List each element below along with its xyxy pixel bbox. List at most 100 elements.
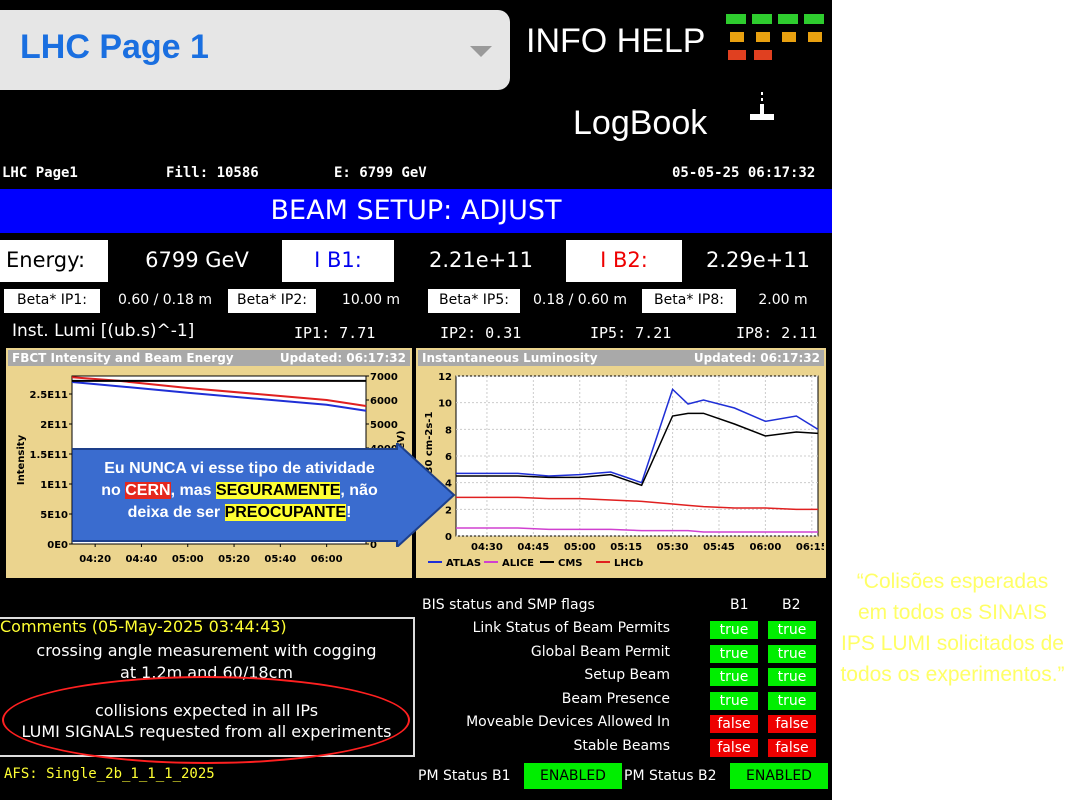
- flags-title: BIS status and SMP flags: [422, 597, 595, 613]
- luminosity-plot: Instantaneous Luminosity Updated: 06:17:…: [416, 348, 826, 578]
- x-tick-label: 06:00: [749, 542, 781, 553]
- flag-value-b2: false: [768, 738, 816, 757]
- callout-text-e: , não: [340, 482, 378, 499]
- page-select-value: LHC Page 1: [20, 28, 209, 66]
- beta-ip8-label: Beta* IP8:: [642, 289, 736, 313]
- pm-status-b2-label: PM Status B2: [624, 768, 717, 784]
- beta-ip5-value: 0.18 / 0.60 m: [522, 289, 638, 313]
- lumi-title-text: Instantaneous Luminosity: [422, 351, 598, 365]
- y-axis-label: Intensity: [16, 434, 27, 485]
- energy-value: 6799 GeV: [112, 240, 282, 282]
- y-tick-label: 2E11: [40, 420, 68, 431]
- ib2-value: 2.29e+11: [684, 240, 832, 282]
- flag-label: Setup Beam: [584, 667, 670, 683]
- flag-value-b1: true: [710, 668, 758, 686]
- beta-star-row: Beta* IP1: 0.60 / 0.18 m Beta* IP2: 10.0…: [0, 289, 832, 313]
- lumi-plot-title: Instantaneous Luminosity Updated: 06:17:…: [418, 350, 824, 366]
- x-tick-label: 05:00: [172, 554, 204, 565]
- lumi-updated-text: Updated: 06:17:32: [693, 351, 820, 365]
- status-header: LHC Page1 Fill: 10586 E: 6799 GeV 05-05-…: [0, 163, 832, 185]
- y-tick-label: 1E11: [40, 480, 68, 491]
- callout-text-3a: deixa de ser: [127, 504, 225, 521]
- comment-line-1: crossing angle measurement with cogging: [36, 641, 377, 660]
- ib1-value: 2.21e+11: [396, 240, 566, 282]
- flag-label: Moveable Devices Allowed In: [466, 714, 670, 730]
- flag-value-b1: true: [710, 621, 758, 639]
- beta-ip2-value: 10.00 m: [318, 289, 424, 313]
- flag-value-b2: true: [768, 621, 816, 639]
- flag-label: Global Beam Permit: [530, 643, 670, 660]
- timestamp: 05-05-25 06:17:32: [672, 165, 816, 181]
- flags-col-b1: B1: [730, 597, 749, 613]
- callout-text-3c: !: [346, 504, 352, 521]
- callout-line-3: deixa de ser PREOCUPANTE!: [72, 502, 407, 524]
- y-tick-label: 2.5E11: [30, 390, 69, 401]
- legend-label: ATLAS: [446, 558, 481, 569]
- x-tick-label: 05:15: [610, 542, 642, 553]
- x-tick-label: 04:45: [517, 542, 549, 553]
- callout-preocupante: PREOCUPANTE: [224, 504, 347, 521]
- y2-tick-label: 5000: [370, 420, 398, 431]
- x-tick-label: 04:40: [126, 554, 158, 565]
- y-tick-label: 8: [445, 425, 452, 436]
- info-help-link[interactable]: INFO HELP: [526, 22, 705, 61]
- pm-status-b1-label: PM Status B1: [418, 768, 511, 784]
- beam-mode-banner: BEAM SETUP: ADJUST: [0, 189, 832, 233]
- y-tick-label: 12: [438, 372, 452, 383]
- y-tick-label: 5E10: [40, 510, 68, 521]
- lumi-ip8: IP8: 2.11: [736, 324, 818, 342]
- legend-label: CMS: [558, 558, 583, 569]
- beta-ip2-label: Beta* IP2:: [228, 289, 316, 313]
- legend-label: ALICE: [502, 558, 534, 569]
- y-tick-label: 10: [438, 399, 452, 410]
- lumi-ip2: IP2: 0.31: [440, 324, 522, 342]
- fill-number: Fill: 10586: [166, 165, 259, 181]
- callout-seguramente: SEGURAMENTE: [215, 482, 341, 499]
- pm-status-b2-value: ENABLED: [730, 763, 828, 789]
- x-tick-label: 05:00: [564, 542, 596, 553]
- callout-line-2: no CERN, mas SEGURAMENTE, não: [72, 480, 407, 502]
- lumi-ip1: IP1: 7.71: [294, 324, 376, 342]
- page-name: LHC Page1: [2, 165, 78, 181]
- lumi-ip5: IP5: 7.21: [590, 324, 672, 342]
- flag-value-b1: false: [710, 738, 758, 757]
- lhc-page1-screen: LHC Page 1 INFO HELP LogBook LHC Page1 F…: [0, 0, 832, 800]
- fbct-plot-title: FBCT Intensity and Beam Energy Updated: …: [8, 350, 410, 366]
- afs-label: AFS: Single_2b_1_1_1_2025: [4, 766, 215, 782]
- callout-text: Eu NUNCA vi esse tipo de atividade no CE…: [72, 458, 407, 524]
- flag-value-b2: true: [768, 644, 816, 663]
- page-select-dropdown[interactable]: LHC Page 1: [0, 10, 510, 90]
- energy-label: Energy:: [0, 240, 108, 282]
- x-tick-label: 04:30: [471, 542, 503, 553]
- energy-row: Energy: 6799 GeV I B1: 2.21e+11 I B2: 2.…: [0, 240, 832, 282]
- ib2-label: I B2:: [566, 240, 682, 282]
- callout-text-a: no: [101, 482, 126, 499]
- chevron-down-icon[interactable]: [470, 46, 492, 57]
- beta-ip8-value: 2.00 m: [738, 289, 828, 313]
- space-invaders-icon[interactable]: [724, 12, 828, 72]
- flag-value-b2: true: [768, 691, 816, 710]
- x-tick-label: 04:20: [79, 554, 111, 565]
- x-tick-label: 05:20: [218, 554, 250, 565]
- logbook-link[interactable]: LogBook: [573, 104, 707, 143]
- y2-tick-label: 6000: [370, 396, 398, 407]
- flag-value-b1: true: [710, 644, 758, 663]
- joystick-icon[interactable]: [748, 90, 776, 124]
- x-tick-label: 05:30: [657, 542, 689, 553]
- lumi-chart: 02468101204:30 04:45 05:00 05:15 05:30 05:45 0…: [424, 372, 824, 569]
- x-tick-label: 05:45: [703, 542, 735, 553]
- side-quote: “Colisões esperadas em todos os SINAIS I…: [840, 570, 1065, 686]
- inst-lumi-label: Inst. Lumi [(ub.s)^-1]: [12, 321, 195, 341]
- highlight-ellipse: [2, 676, 410, 764]
- fbct-title-text: FBCT Intensity and Beam Energy: [12, 351, 234, 365]
- flag-label: Stable Beams: [573, 737, 670, 754]
- x-tick-label: 06:15: [796, 542, 824, 553]
- callout-cern: CERN: [125, 482, 171, 499]
- legend-label: LHCb: [614, 558, 643, 569]
- beta-ip5-label: Beta* IP5:: [428, 289, 520, 313]
- pm-status-b1-value: ENABLED: [524, 763, 622, 789]
- beta-ip1-label: Beta* IP1:: [4, 289, 100, 313]
- flags-col-b2: B2: [782, 597, 801, 613]
- x-tick-label: 06:00: [311, 554, 343, 565]
- flag-value-b1: false: [710, 715, 758, 733]
